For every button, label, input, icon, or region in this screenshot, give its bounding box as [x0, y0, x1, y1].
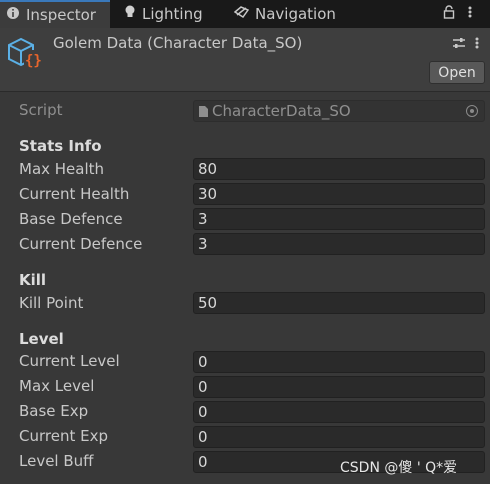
kill-point-label: Kill Point	[19, 294, 84, 312]
object-picker-icon[interactable]	[466, 105, 478, 117]
section-stats-info: Stats Info	[19, 137, 102, 155]
tab-label: Inspector	[26, 6, 96, 24]
max-health-label: Max Health	[19, 160, 105, 178]
current-health-field[interactable]: 30	[193, 183, 485, 205]
bulb-icon	[124, 5, 136, 23]
current-exp-label: Current Exp	[19, 427, 108, 445]
open-button[interactable]: Open	[429, 61, 485, 84]
inspector-title: Golem Data (Character Data_SO)	[53, 34, 303, 52]
tab-label: Navigation	[255, 5, 336, 23]
navigation-icon	[233, 5, 250, 23]
lock-icon[interactable]	[443, 5, 455, 23]
script-field: CharacterData_SO	[193, 100, 485, 122]
menu-icon[interactable]	[468, 5, 472, 23]
info-icon	[6, 6, 20, 24]
section-kill: Kill	[19, 271, 47, 289]
level-buff-label: Level Buff	[19, 452, 94, 470]
svg-text:{}: {}	[25, 53, 42, 69]
tab-bar: Inspector Lighting Navigation	[0, 0, 490, 28]
tab-label: Lighting	[142, 5, 203, 23]
settings-sliders-icon[interactable]	[452, 36, 466, 54]
watermark: CSDN @傻 ' Q*爱	[340, 460, 458, 476]
current-defence-field[interactable]: 3	[193, 233, 485, 255]
max-health-field[interactable]: 80	[193, 158, 485, 180]
current-health-label: Current Health	[19, 185, 130, 203]
script-file-icon	[198, 105, 209, 118]
script-label: Script	[19, 101, 63, 119]
kill-point-field[interactable]: 50	[193, 292, 485, 314]
tab-navigation[interactable]: Navigation	[233, 0, 336, 28]
inspector-header: {} Golem Data (Character Data_SO) Open	[0, 28, 490, 92]
tab-lighting[interactable]: Lighting	[124, 0, 203, 28]
base-exp-field[interactable]: 0	[193, 401, 485, 423]
current-level-field[interactable]: 0	[193, 351, 485, 373]
current-exp-field[interactable]: 0	[193, 426, 485, 448]
tab-inspector[interactable]: Inspector	[0, 0, 110, 28]
max-level-field[interactable]: 0	[193, 376, 485, 398]
menu-icon[interactable]	[475, 36, 479, 54]
base-defence-field[interactable]: 3	[193, 208, 485, 230]
base-defence-label: Base Defence	[19, 210, 123, 228]
base-exp-label: Base Exp	[19, 402, 89, 420]
current-level-label: Current Level	[19, 352, 120, 370]
scriptable-object-icon: {}	[6, 36, 46, 76]
script-value: CharacterData_SO	[212, 102, 351, 120]
section-level: Level	[19, 330, 64, 348]
max-level-label: Max Level	[19, 377, 95, 395]
current-defence-label: Current Defence	[19, 235, 143, 253]
